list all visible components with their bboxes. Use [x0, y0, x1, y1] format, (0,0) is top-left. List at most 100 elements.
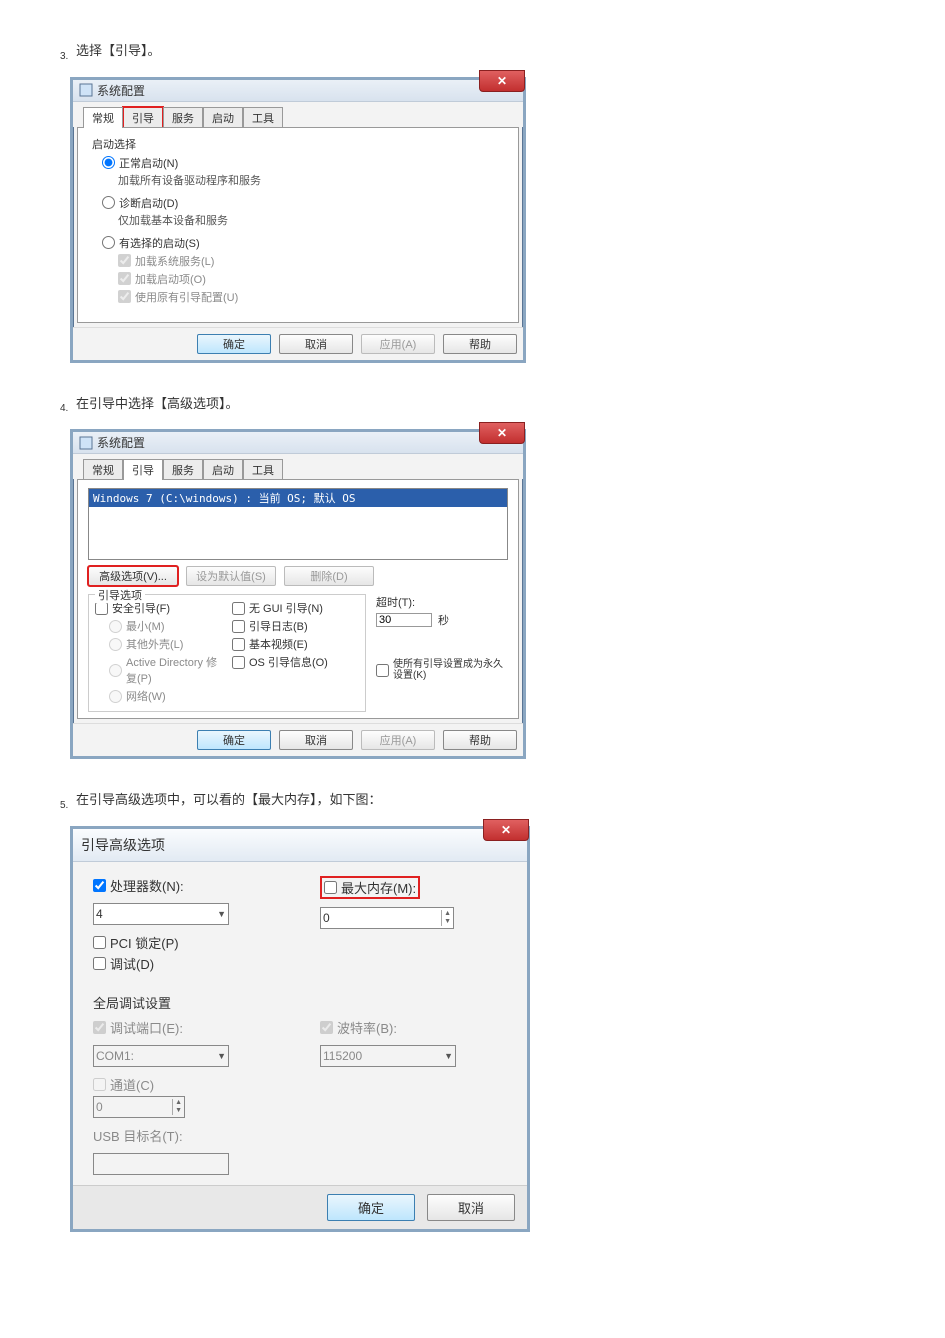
- check-bootlog-label: 引导日志(B): [249, 618, 308, 634]
- radio-selective[interactable]: 有选择的启动(S): [88, 234, 508, 252]
- titlebar-2: 系统配置 ✕: [73, 432, 523, 454]
- titlebar-1: 系统配置 ✕: [73, 80, 523, 102]
- check-safeboot-input[interactable]: [95, 602, 108, 615]
- check-nogui-input[interactable]: [232, 602, 245, 615]
- close-button-1[interactable]: ✕: [479, 70, 525, 92]
- radio-network: 网络(W): [95, 687, 222, 705]
- tabs-2: 常规 引导 服务 启动 工具: [73, 454, 523, 479]
- tab-general-2[interactable]: 常规: [83, 459, 123, 480]
- radio-normal-input[interactable]: [102, 156, 115, 169]
- spinner-buttons-icon[interactable]: ▲▼: [441, 910, 453, 926]
- check-debug-port: 调试端口(E):: [93, 1018, 280, 1037]
- check-pci-lock-input[interactable]: [93, 936, 106, 949]
- radio-normal[interactable]: 正常启动(N): [88, 154, 508, 172]
- maxmem-value: 0: [323, 911, 330, 925]
- check-osinfo-input[interactable]: [232, 656, 245, 669]
- radio-selective-input[interactable]: [102, 236, 115, 249]
- window-title-2: 系统配置: [97, 434, 145, 451]
- tab-boot-2[interactable]: 引导: [123, 459, 163, 480]
- dialog-title-3: 引导高级选项: [81, 835, 165, 855]
- tab-tools-2[interactable]: 工具: [243, 459, 283, 480]
- tab-startup-2[interactable]: 启动: [203, 459, 243, 480]
- check-permanent-input[interactable]: [376, 664, 389, 677]
- tab-startup-1[interactable]: 启动: [203, 107, 243, 128]
- check-original-boot: 使用原有引导配置(U): [88, 288, 508, 306]
- cancel-button-1[interactable]: 取消: [279, 334, 353, 354]
- help-button-2[interactable]: 帮助: [443, 730, 517, 750]
- tab-general-1[interactable]: 常规: [83, 107, 123, 128]
- maxmem-spinner[interactable]: 0 ▲▼: [320, 907, 454, 929]
- check-processors-input[interactable]: [93, 879, 106, 892]
- tab-boot-1[interactable]: 引导: [123, 107, 163, 128]
- debug-port-value: COM1:: [96, 1049, 134, 1063]
- chevron-down-icon-3: ▼: [444, 1051, 453, 1061]
- check-load-startup-input: [118, 272, 131, 285]
- check-basevideo-label: 基本视频(E): [249, 636, 308, 652]
- close-icon-3: ✕: [501, 823, 511, 837]
- timeout-input[interactable]: [376, 613, 432, 627]
- step-3-label: 3. 选择【引导】。: [60, 40, 885, 62]
- check-basevideo-input[interactable]: [232, 638, 245, 651]
- check-nogui[interactable]: 无 GUI 引导(N): [232, 599, 359, 617]
- tab-tools-1[interactable]: 工具: [243, 107, 283, 128]
- chevron-down-icon-2: ▼: [217, 1051, 226, 1061]
- os-list[interactable]: Windows 7 (C:\windows) : 当前 OS; 默认 OS: [88, 488, 508, 560]
- baud-combo: 115200 ▼: [320, 1045, 456, 1067]
- help-button-1[interactable]: 帮助: [443, 334, 517, 354]
- close-button-2[interactable]: ✕: [479, 422, 525, 444]
- check-pci-lock[interactable]: PCI 锁定(P): [93, 933, 280, 952]
- chevron-down-icon: ▼: [217, 909, 226, 919]
- check-pci-lock-label: PCI 锁定(P): [110, 933, 179, 952]
- radio-diagnostic[interactable]: 诊断启动(D): [88, 194, 508, 212]
- check-bootlog[interactable]: 引导日志(B): [232, 617, 359, 635]
- close-icon-2: ✕: [497, 426, 507, 440]
- timeout-label: 超时(T):: [376, 594, 508, 610]
- cancel-button-2[interactable]: 取消: [279, 730, 353, 750]
- close-icon: ✕: [497, 74, 507, 88]
- tab-services-1[interactable]: 服务: [163, 107, 203, 128]
- timeout-column: 超时(T): 秒 使所有引导设置成为永久设置(K): [376, 590, 508, 712]
- check-original-boot-label: 使用原有引导配置(U): [135, 289, 238, 305]
- check-debug-label: 调试(D): [110, 954, 154, 973]
- ok-button-3[interactable]: 确定: [327, 1194, 415, 1221]
- baud-value: 115200: [323, 1049, 362, 1063]
- ok-button-2[interactable]: 确定: [197, 730, 271, 750]
- check-osinfo[interactable]: OS 引导信息(O): [232, 653, 359, 671]
- check-debug-input[interactable]: [93, 957, 106, 970]
- window-title-1: 系统配置: [97, 82, 145, 99]
- check-basevideo[interactable]: 基本视频(E): [232, 635, 359, 653]
- check-processors[interactable]: 处理器数(N):: [93, 876, 280, 895]
- step-3-num: 3.: [60, 51, 68, 62]
- check-maxmem-input[interactable]: [324, 881, 337, 894]
- boot-advanced-dialog: 引导高级选项 ✕ 处理器数(N): 4 ▼: [70, 826, 530, 1232]
- radio-selective-label: 有选择的启动(S): [119, 235, 200, 251]
- tab-services-2[interactable]: 服务: [163, 459, 203, 480]
- radio-adrepair-input: [109, 664, 122, 677]
- processors-combo[interactable]: 4 ▼: [93, 903, 229, 925]
- step-3: 3. 选择【引导】。 系统配置 ✕ 常规 引导 服务 启动 工具 启动选择: [60, 40, 885, 363]
- boot-options-title: 引导选项: [95, 587, 145, 603]
- check-permanent-label: 使所有引导设置成为永久设置(K): [393, 659, 508, 681]
- delete-button: 删除(D): [284, 566, 374, 586]
- check-bootlog-input[interactable]: [232, 620, 245, 633]
- check-channel: 通道(C): [93, 1075, 280, 1094]
- ok-button-1[interactable]: 确定: [197, 334, 271, 354]
- os-list-entry[interactable]: Windows 7 (C:\windows) : 当前 OS; 默认 OS: [89, 489, 507, 507]
- spinner-buttons-icon-2: ▲▼: [172, 1099, 184, 1115]
- titlebar-3: 引导高级选项 ✕: [73, 829, 527, 862]
- cancel-button-3[interactable]: 取消: [427, 1194, 515, 1221]
- check-debug[interactable]: 调试(D): [93, 954, 280, 973]
- usb-target-label: USB 目标名(T):: [93, 1126, 280, 1145]
- check-permanent[interactable]: 使所有引导设置成为永久设置(K): [376, 658, 508, 682]
- check-debug-port-label: 调试端口(E):: [110, 1018, 183, 1037]
- check-original-boot-input: [118, 290, 131, 303]
- radio-diagnostic-input[interactable]: [102, 196, 115, 209]
- global-debug-title: 全局调试设置: [93, 993, 507, 1012]
- processors-value: 4: [96, 907, 103, 921]
- timeout-row: 秒: [376, 612, 508, 628]
- check-load-services-input: [118, 254, 131, 267]
- channel-spinner: 0 ▲▼: [93, 1096, 185, 1118]
- close-button-3[interactable]: ✕: [483, 819, 529, 841]
- step-4-num: 4.: [60, 403, 68, 414]
- advanced-options-button[interactable]: 高级选项(V)...: [88, 566, 178, 586]
